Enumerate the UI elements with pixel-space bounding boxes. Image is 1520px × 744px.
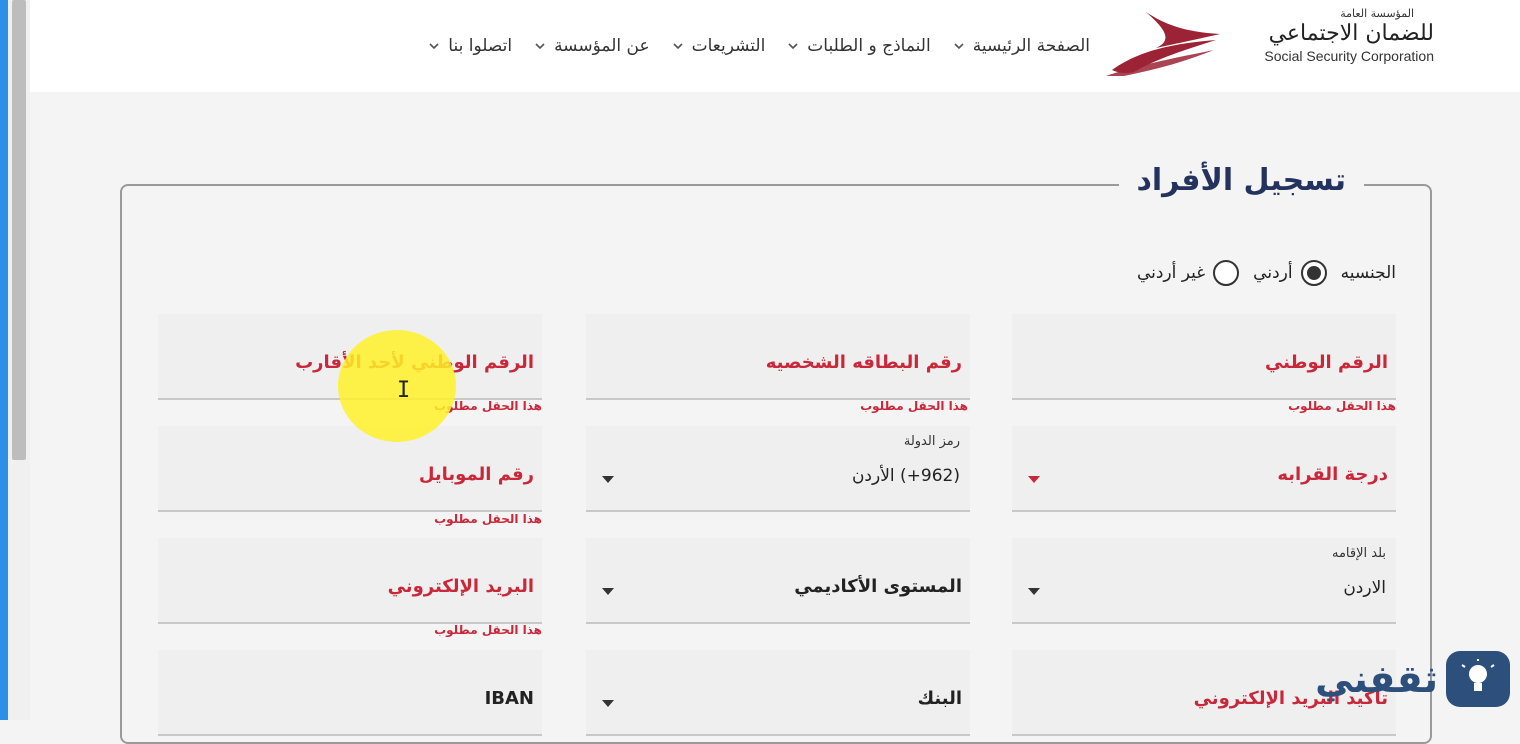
radio-unchecked[interactable]	[1213, 260, 1240, 286]
nav-label: اتصلوا بنا	[448, 36, 513, 56]
email-field[interactable]: البريد الإلكتروني	[158, 538, 542, 624]
text-cursor-icon: I	[397, 378, 411, 403]
field-label: الرقم الوطني	[1264, 352, 1388, 373]
logo-ar-main: للضمان الاجتماعي	[1268, 21, 1434, 46]
nav-home[interactable]: الصفحة الرئيسية	[953, 32, 1090, 60]
field-small-label: بلد الإقامه	[1331, 546, 1386, 561]
national-id-field[interactable]: الرقم الوطني	[1012, 314, 1396, 400]
watermark: ثقفني	[1302, 648, 1510, 710]
logo-en: Social Security Corporation	[1264, 48, 1434, 64]
field-label: رقم الموبايل	[418, 464, 534, 485]
site-header: المؤسسة العامة للضمان الاجتماعي Social S…	[30, 0, 1520, 92]
field-label: المستوى الأكاديمي	[794, 576, 962, 597]
caret-down-icon	[602, 476, 614, 483]
ssc-logo[interactable]: المؤسسة العامة للضمان الاجتماعي Social S…	[1104, 8, 1434, 78]
field-label: رقم البطاقه الشخصيه	[765, 352, 962, 373]
caret-down-icon	[602, 588, 614, 595]
caret-down-icon	[1028, 476, 1040, 483]
radio-checked[interactable]	[1300, 260, 1327, 286]
iban-field[interactable]: IBAN	[158, 650, 542, 736]
field-label: درجة القرابه	[1277, 464, 1388, 485]
field-value: (962+) الأردن	[851, 466, 960, 486]
nav-contact[interactable]: اتصلوا بنا	[428, 32, 512, 60]
main-nav: الصفحة الرئيسية النماذج و الطلبات التشري…	[428, 32, 1090, 60]
logo-ar-small: المؤسسة العامة	[1340, 7, 1414, 20]
residence-country-select[interactable]: بلد الإقامه الاردن	[1012, 538, 1396, 624]
nav-forms[interactable]: النماذج و الطلبات	[787, 32, 931, 60]
mobile-error: هذا الحقل مطلوب	[434, 512, 542, 526]
field-value: الاردن	[1343, 578, 1386, 598]
academic-level-select[interactable]: المستوى الأكاديمي	[586, 538, 970, 624]
nav-label: الصفحة الرئيسية	[972, 36, 1090, 56]
field-label: IBAN	[484, 688, 534, 709]
mobile-field[interactable]: رقم الموبايل	[158, 426, 542, 512]
nationality-jordanian[interactable]: أردني	[1253, 260, 1327, 286]
scrollbar-thumb[interactable]	[12, 0, 26, 460]
nationality-non-jordanian[interactable]: غير أردني	[1136, 260, 1240, 286]
nationality-group: الجنسيه أردني غير أردني	[1137, 260, 1396, 286]
nav-label: النماذج و الطلبات	[807, 36, 931, 56]
logo-text: المؤسسة العامة للضمان الاجتماعي Social S…	[1234, 8, 1434, 78]
bank-select[interactable]: البنك	[586, 650, 970, 736]
nav-legislation[interactable]: التشريعات	[672, 32, 766, 60]
nav-label: التشريعات	[691, 36, 766, 56]
national-id-error: هذا الحقل مطلوب	[1288, 399, 1396, 413]
country-code-select[interactable]: رمز الدولة (962+) الأردن	[586, 426, 970, 512]
watermark-text: ثقفني	[1315, 657, 1438, 701]
radio-label: أردني	[1253, 263, 1293, 283]
form-title: تسجيل الأفراد	[1118, 160, 1364, 202]
wing-logo-icon	[1106, 12, 1220, 76]
field-small-label: رمز الدولة	[903, 434, 960, 449]
id-card-number-error: هذا الحقل مطلوب	[860, 399, 968, 413]
chevron-down-icon	[788, 43, 798, 50]
field-label: البنك	[917, 688, 962, 709]
caret-down-icon	[602, 700, 614, 707]
chevron-down-icon	[673, 43, 683, 50]
id-card-number-field[interactable]: رقم البطاقه الشخصيه	[586, 314, 970, 400]
nav-about[interactable]: عن المؤسسة	[534, 32, 650, 60]
caret-down-icon	[1028, 588, 1040, 595]
radio-label: غير أردني	[1136, 263, 1206, 283]
chevron-down-icon	[429, 43, 439, 50]
chevron-down-icon	[535, 43, 545, 50]
nav-label: عن المؤسسة	[554, 36, 650, 56]
lightbulb-icon	[1446, 651, 1510, 707]
field-label: البريد الإلكتروني	[387, 576, 534, 597]
chevron-down-icon	[954, 43, 964, 50]
relation-degree-select[interactable]: درجة القرابه	[1012, 426, 1396, 512]
email-error: هذا الحقل مطلوب	[434, 623, 542, 637]
nationality-label: الجنسيه	[1340, 263, 1396, 283]
window-edge	[0, 0, 8, 720]
